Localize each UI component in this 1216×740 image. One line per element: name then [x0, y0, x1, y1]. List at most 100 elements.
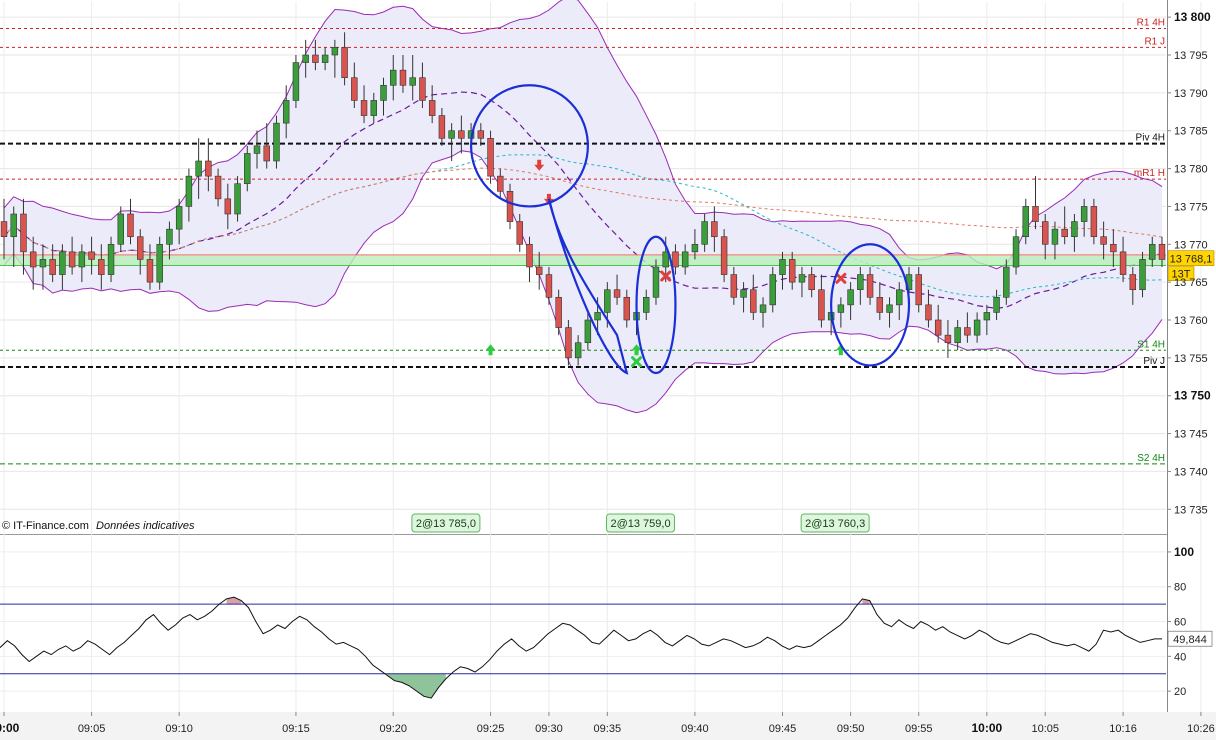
candle: [594, 312, 601, 321]
candle: [214, 175, 222, 200]
candle: [1129, 274, 1137, 291]
osc-y-tick-label: 40: [1174, 651, 1186, 663]
candle: [370, 100, 378, 116]
candle: [915, 274, 922, 306]
order-tag: 2@13 785,0: [411, 513, 481, 533]
y-tick-label: 13 800: [1174, 10, 1211, 24]
candle: [662, 251, 669, 268]
candle: [205, 160, 212, 177]
candle: [282, 100, 290, 124]
candle: [565, 327, 572, 359]
x-tick-label: 10:00: [971, 721, 1002, 735]
candle: [107, 243, 115, 275]
candle: [458, 130, 465, 139]
candle: [477, 130, 485, 139]
candle: [273, 122, 280, 162]
candle: [779, 259, 786, 275]
y-tick-label: 13 745: [1174, 429, 1208, 441]
candle: [847, 289, 854, 306]
candle: [409, 77, 416, 86]
osc-y-tick-label: 60: [1174, 617, 1186, 629]
candle: [896, 289, 903, 306]
candle: [964, 327, 971, 336]
candle: [185, 175, 193, 207]
candle: [740, 289, 747, 298]
osc-last-value-label: 49,844: [1173, 634, 1207, 646]
osc-y-tick-label: 100: [1174, 545, 1194, 559]
candle: [253, 145, 261, 154]
level-label: mR1 H: [1134, 168, 1165, 179]
candle: [643, 296, 650, 313]
level-label: R1 4H: [1137, 18, 1165, 29]
candle: [506, 190, 514, 222]
candle: [818, 289, 825, 321]
candle: [0, 221, 8, 238]
candle: [701, 221, 708, 245]
level-label: S1 4H: [1137, 339, 1165, 350]
candle: [886, 304, 893, 313]
candle: [244, 153, 251, 185]
x-tick-label: 09:35: [594, 723, 622, 735]
last-price-label: 13 768,1: [1170, 254, 1213, 266]
candle: [29, 251, 37, 268]
candle: [750, 289, 757, 313]
candle: [944, 334, 952, 344]
x-tick-label: 09:00: [0, 721, 20, 735]
candle: [1100, 236, 1107, 245]
candle: [127, 213, 134, 238]
candle: [672, 251, 679, 268]
x-tick-label: 09:45: [769, 723, 797, 735]
candle: [1032, 206, 1039, 222]
x-tick-label: 09:10: [165, 723, 193, 735]
candle: [1003, 266, 1010, 298]
candle: [691, 243, 699, 253]
y-tick-label: 13 770: [1174, 239, 1208, 251]
trading-chart: R1 4H R1 J Piv 4H mR1 H S1 4H Piv J S2 4H 2@13…: [0, 0, 1216, 740]
candle: [516, 221, 523, 245]
candle: [866, 274, 874, 298]
y-tick-label: 13 735: [1174, 504, 1208, 516]
candle: [623, 296, 631, 321]
y-tick-label: 13 790: [1174, 88, 1208, 100]
candle: [837, 304, 845, 313]
candle: [263, 145, 270, 162]
candle: [497, 175, 504, 192]
candle: [399, 69, 407, 86]
y-tick-label: 13 775: [1174, 201, 1208, 213]
x-tick-label: 10:16: [1109, 723, 1137, 735]
order-tag: 2@13 759,0: [606, 513, 676, 533]
candle: [983, 312, 991, 321]
candle: [925, 304, 932, 321]
x-tick-label: 09:20: [379, 723, 407, 735]
order-tag-label: 2@13 759,0: [610, 518, 670, 530]
candle: [195, 160, 202, 177]
order-tag: 2@13 760,3: [800, 513, 870, 533]
candle: [1012, 236, 1020, 268]
candle: [448, 130, 455, 139]
candle: [380, 84, 387, 101]
candle: [973, 319, 981, 336]
candle: [545, 274, 553, 298]
candle: [1071, 221, 1078, 238]
candle: [934, 319, 942, 336]
level-label: Piv 4H: [1136, 133, 1165, 144]
candle: [360, 100, 368, 116]
candle: [419, 77, 426, 101]
level-label: R1 J: [1144, 36, 1165, 47]
candle: [808, 274, 815, 291]
order-tag-label: 2@13 760,3: [805, 518, 865, 530]
level-label: S2 4H: [1137, 453, 1165, 464]
candle: [10, 213, 17, 238]
candle: [1139, 259, 1146, 291]
candle: [574, 342, 582, 359]
candle: [555, 296, 562, 328]
candle: [331, 47, 339, 56]
y-tick-label: 13 760: [1174, 315, 1208, 327]
candle: [604, 289, 611, 313]
x-tick-label: 09:40: [681, 723, 709, 735]
candle: [1119, 251, 1127, 275]
candle: [681, 251, 689, 268]
x-tick-label: 09:15: [282, 723, 310, 735]
candle: [117, 213, 124, 245]
candle: [224, 198, 232, 215]
